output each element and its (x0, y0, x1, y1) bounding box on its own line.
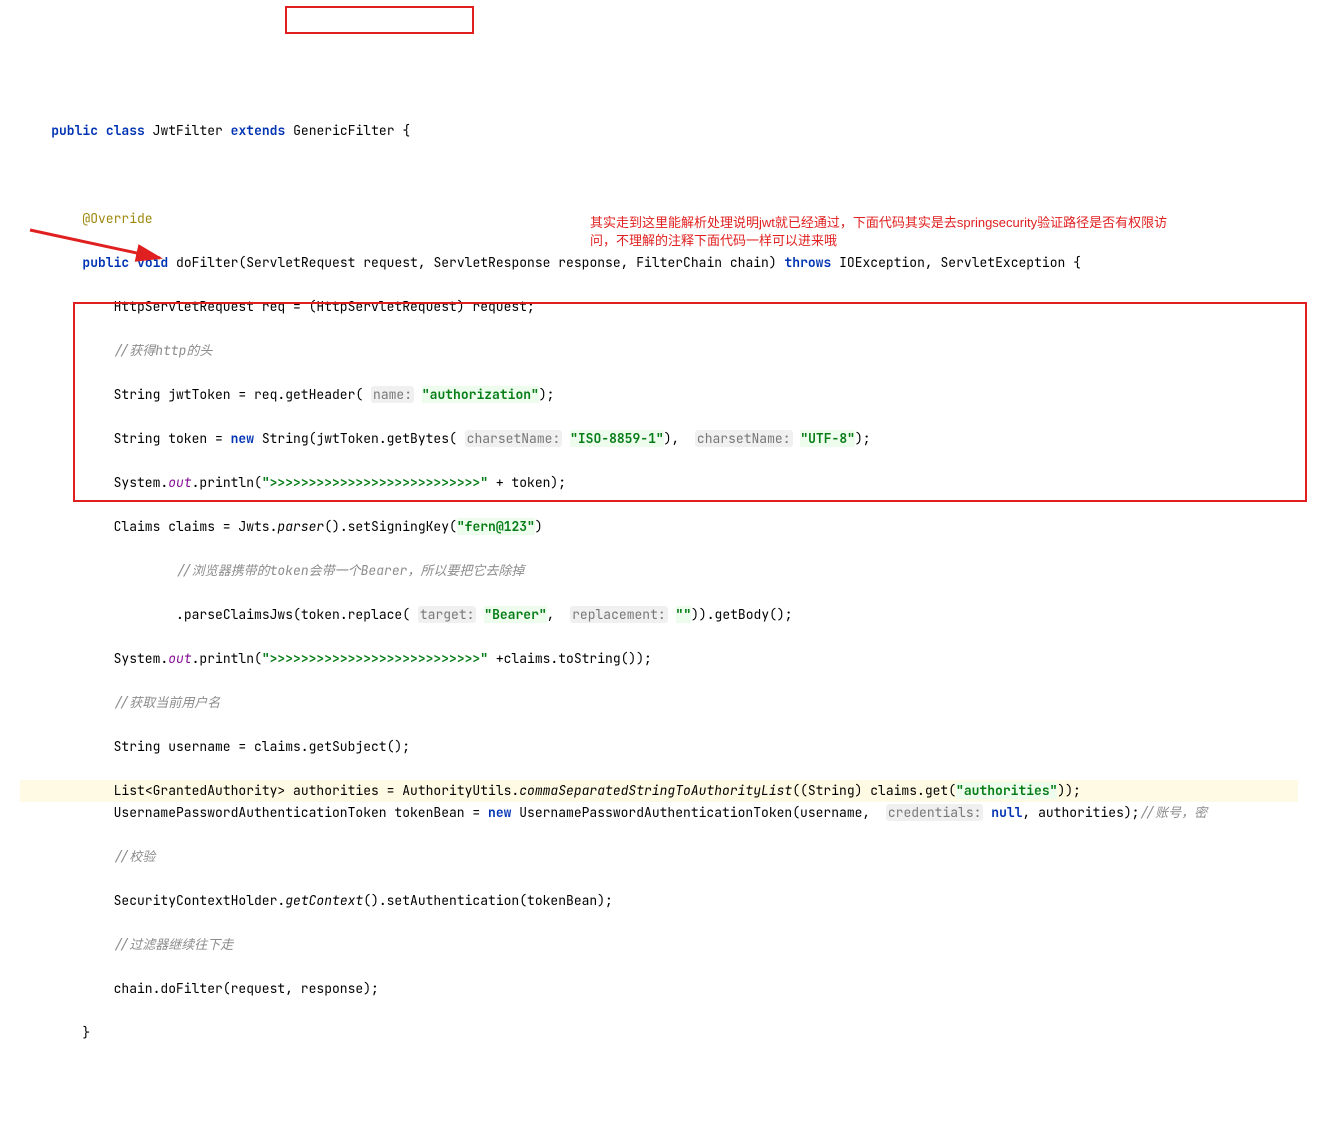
code-line (20, 164, 1298, 186)
code-line: .parseClaimsJws(token.replace( target: "… (20, 604, 1298, 626)
code-line: //过滤器继续往下走 (20, 934, 1298, 956)
code-line: String jwtToken = req.getHeader( name: "… (20, 384, 1298, 406)
code-line: } (20, 1022, 1298, 1044)
code-line: List<GrantedAuthority> authorities = Aut… (20, 780, 1298, 802)
code-line: //获得http的头 (20, 340, 1298, 362)
code-line: System.out.println(">>>>>>>>>>>>>>>>>>>>… (20, 648, 1298, 670)
annotation-box-extends (285, 6, 474, 34)
code-line: chain.doFilter(request, response); (20, 978, 1298, 1000)
annotation-text: 其实走到这里能解析处理说明jwt就已经通过，下面代码其实是去springsecu… (590, 214, 1170, 250)
code-line: SecurityContextHolder.getContext().setAu… (20, 890, 1298, 912)
code-line: Claims claims = Jwts.parser().setSigning… (20, 516, 1298, 538)
code-line: //浏览器携带的token会带一个Bearer，所以要把它去除掉 (20, 560, 1298, 582)
code-line: System.out.println(">>>>>>>>>>>>>>>>>>>>… (20, 472, 1298, 494)
code-line: //获取当前用户名 (20, 692, 1298, 714)
code-line: //校验 (20, 846, 1298, 868)
code-line: public class JwtFilter extends GenericFi… (20, 120, 1298, 142)
code-line: HttpServletRequest req = (HttpServletReq… (20, 296, 1298, 318)
code-line: String username = claims.getSubject(); (20, 736, 1298, 758)
code-line: UsernamePasswordAuthenticationToken toke… (20, 802, 1298, 824)
code-line: public void doFilter(ServletRequest requ… (20, 252, 1298, 274)
code-line: String token = new String(jwtToken.getBy… (20, 428, 1298, 450)
